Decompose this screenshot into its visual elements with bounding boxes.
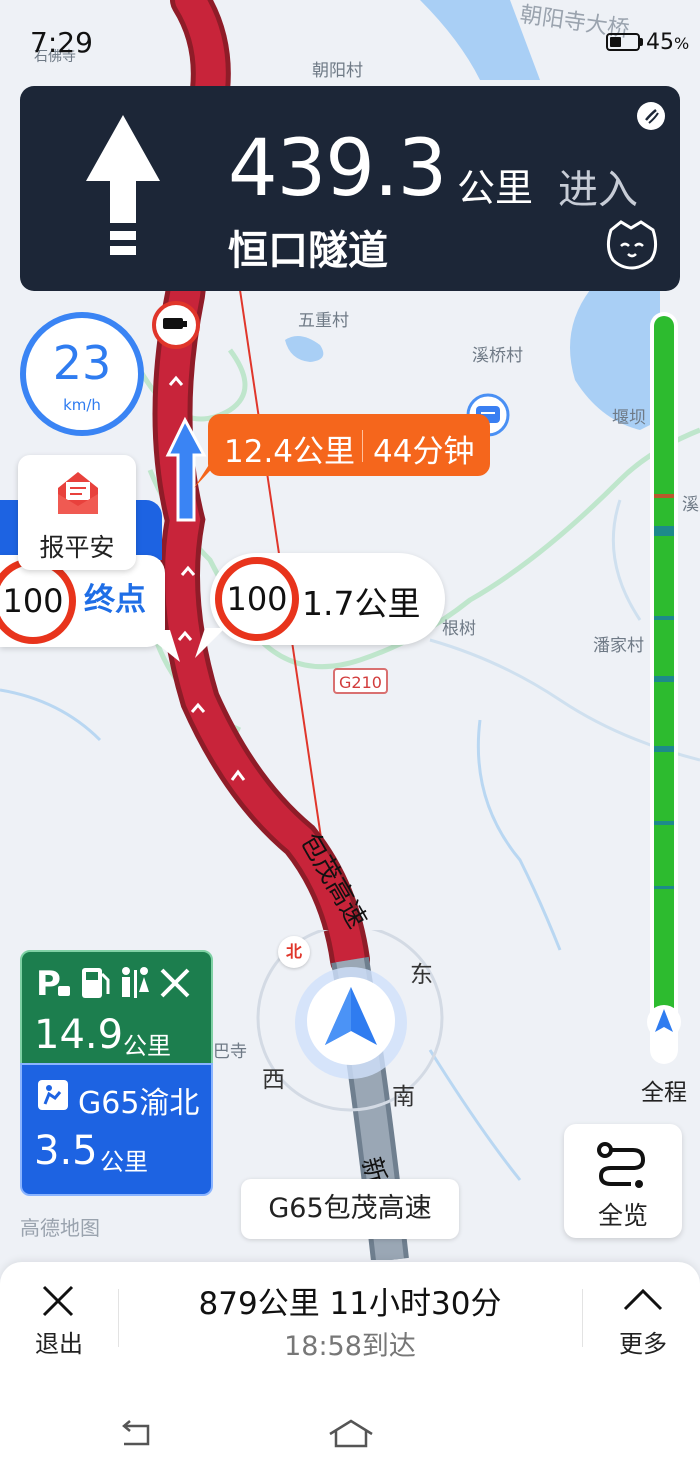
service-icons: P	[36, 964, 190, 1002]
battery-icon	[606, 33, 640, 51]
bubble-divider	[362, 430, 363, 462]
status-time: 7:29	[30, 26, 93, 59]
end-callout-pointer	[140, 630, 180, 662]
divider-left	[118, 1289, 119, 1347]
route-progress-bar	[654, 316, 674, 1028]
compass-east: 东	[410, 962, 433, 988]
envelope-icon	[58, 472, 98, 514]
divider-right	[582, 1289, 583, 1347]
bubble-pointer	[194, 460, 220, 488]
guidance-distance-unit: 公里	[457, 166, 534, 210]
exit-navigation-label[interactable]: 退出	[20, 1324, 98, 1359]
map-label-chaoyangcun: 朝阳村	[312, 61, 363, 81]
repair-icon	[160, 968, 190, 998]
straight-arrow-icon	[86, 115, 160, 255]
map-label-xi: 溪	[682, 495, 699, 515]
car-location-icon	[295, 967, 407, 1079]
svg-text:P: P	[36, 964, 61, 1002]
next-callout-pointer	[195, 628, 225, 658]
fuel-icon	[82, 968, 110, 998]
chevron-up-icon[interactable]	[622, 1285, 664, 1313]
speed-limit-end-label: 终点	[84, 582, 146, 618]
arrival-time: 18:58到达	[284, 1331, 416, 1362]
bubble-time: 44分钟	[373, 434, 475, 470]
exit-icon	[38, 1080, 68, 1110]
guidance-action: 进入	[558, 167, 638, 213]
exit-unit: 公里	[100, 1148, 148, 1176]
progress-position-icon	[647, 1005, 681, 1039]
compass-west: 西	[262, 1067, 285, 1093]
map-label-basi: 巴寺	[213, 1042, 247, 1062]
speed-limit-next-distance: 1.7公里	[302, 584, 421, 623]
battery-percent: 45%	[646, 30, 689, 55]
exit-distance: 3.5	[34, 1128, 98, 1174]
trip-summary: 879公里 11小时30分	[198, 1286, 502, 1322]
service-area-distance: 14.9	[34, 1012, 124, 1058]
speed-limit-next-sign: 100	[215, 557, 299, 641]
compass-south: 南	[392, 1084, 415, 1110]
report-safe-label: 报平安	[39, 533, 115, 562]
overview-label: 全览	[597, 1201, 648, 1230]
current-speed: 23	[52, 336, 112, 390]
map-label-wuzhongcun: 五重村	[298, 311, 349, 331]
road-badge-g210: G210	[333, 668, 388, 694]
compass-north[interactable]: 北	[278, 936, 310, 968]
progress-label: 全程	[641, 1080, 687, 1106]
guidance-road-name: 恒口隧道	[228, 228, 388, 274]
voice-icon[interactable]	[635, 100, 667, 132]
map-label-genshu: 根树	[442, 619, 476, 639]
guidance-distance: 439.3	[228, 124, 447, 214]
more-label[interactable]: 更多	[604, 1324, 682, 1359]
battery-percent-unit: %	[674, 34, 690, 53]
close-icon[interactable]	[40, 1283, 76, 1319]
parking-icon: P	[36, 964, 70, 1002]
back-icon[interactable]	[118, 1420, 154, 1450]
battery-percent-value: 45	[646, 30, 674, 55]
bubble-distance: 12.4公里	[224, 434, 356, 470]
exit-name: G65渝北	[78, 1086, 200, 1121]
battery-tip	[640, 38, 643, 46]
restroom-icon	[122, 967, 149, 998]
assistant-avatar-icon[interactable]	[603, 218, 661, 270]
home-icon[interactable]	[326, 1418, 376, 1450]
map-label-xiqiaocun: 溪桥村	[472, 346, 523, 366]
current-road-name: G65包茂高速	[241, 1179, 459, 1239]
route-overview-icon	[597, 1142, 646, 1188]
speed-unit: km/h	[63, 396, 101, 414]
map-label-yanba: 堰坝	[612, 408, 646, 428]
map-label-panjiacun: 潘家村	[593, 636, 644, 656]
service-area-unit: 公里	[123, 1032, 171, 1060]
map-watermark: 高德地图	[20, 1216, 100, 1240]
